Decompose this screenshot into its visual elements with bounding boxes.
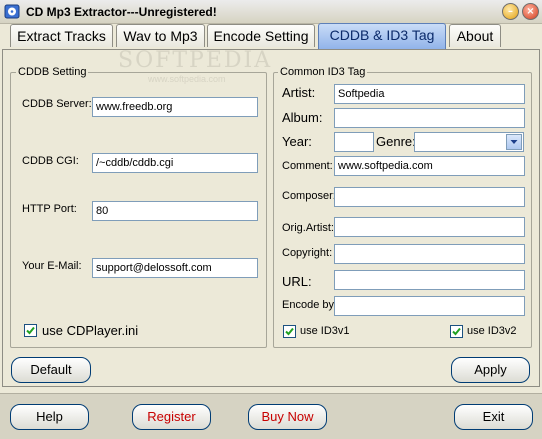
copyright-input[interactable] [334, 244, 525, 264]
tab-encode-setting[interactable]: Encode Setting [207, 24, 315, 47]
album-input[interactable] [334, 108, 525, 128]
cddb-server-input[interactable]: www.freedb.org [92, 97, 258, 117]
url-label: URL: [282, 274, 312, 289]
composer-label: Composer: [282, 190, 336, 202]
apply-button[interactable]: Apply [451, 357, 530, 383]
email-label: Your E-Mail: [22, 260, 82, 272]
orig-artist-input[interactable] [334, 217, 525, 237]
id3v1-label: use ID3v1 [300, 325, 350, 337]
genre-select[interactable] [414, 132, 524, 152]
checkmark-icon [285, 327, 294, 336]
genre-label: Genre: [376, 134, 416, 149]
http-port-input[interactable]: 80 [92, 201, 258, 221]
cdplayer-checkbox[interactable] [24, 324, 37, 337]
artist-input[interactable]: Softpedia [334, 84, 525, 104]
tab-about[interactable]: About [449, 24, 501, 47]
id3v2-label: use ID3v2 [467, 325, 517, 337]
encode-by-input[interactable] [334, 296, 525, 316]
id3v2-checkbox[interactable] [450, 325, 463, 338]
cddb-server-label: CDDB Server: [22, 98, 92, 110]
http-port-label: HTTP Port: [22, 203, 77, 215]
encode-by-label: Encode by: [282, 299, 338, 311]
register-button[interactable]: Register [132, 404, 211, 430]
album-label: Album: [282, 110, 323, 125]
artist-label: Artist: [282, 85, 316, 100]
comment-input[interactable]: www.softpedia.com [334, 156, 525, 176]
title-bar: CD Mp3 Extractor---Unregistered! – × [0, 0, 542, 24]
cddb-group-label: CDDB Setting [16, 66, 89, 78]
id3-group-label: Common ID3 Tag [278, 66, 368, 78]
tab-cddb-id3-tag[interactable]: CDDB & ID3 Tag [318, 23, 446, 50]
orig-artist-label: Orig.Artist: [282, 222, 334, 234]
year-input[interactable] [334, 132, 374, 152]
id3v1-checkbox[interactable] [283, 325, 296, 338]
tab-wav-to-mp3[interactable]: Wav to Mp3 [116, 24, 205, 47]
window-title: CD Mp3 Extractor---Unregistered! [26, 5, 217, 19]
copyright-label: Copyright: [282, 247, 333, 259]
close-icon[interactable]: × [522, 3, 539, 20]
minimize-icon[interactable]: – [502, 3, 519, 20]
watermark: SOFTPEDIA [118, 48, 273, 73]
checkmark-icon [26, 326, 35, 335]
default-button[interactable]: Default [11, 357, 91, 383]
comment-label: Comment: [282, 160, 333, 172]
app-icon [4, 4, 20, 19]
tab-extract-tracks[interactable]: Extract Tracks [10, 24, 113, 47]
chevron-down-icon [510, 140, 518, 144]
email-field[interactable]: support@delossoft.com [92, 258, 258, 278]
cddb-cgi-input[interactable]: /~cddb/cddb.cgi [92, 153, 258, 173]
exit-button[interactable]: Exit [454, 404, 533, 430]
cddb-cgi-label: CDDB CGI: [22, 155, 79, 167]
dropdown-button[interactable] [506, 134, 522, 150]
help-button[interactable]: Help [10, 404, 89, 430]
url-input[interactable] [334, 270, 525, 290]
composer-input[interactable] [334, 187, 525, 207]
cdplayer-label: use CDPlayer.ini [42, 323, 139, 338]
year-label: Year: [282, 134, 312, 149]
checkmark-icon [452, 327, 461, 336]
buy-now-button[interactable]: Buy Now [248, 404, 327, 430]
